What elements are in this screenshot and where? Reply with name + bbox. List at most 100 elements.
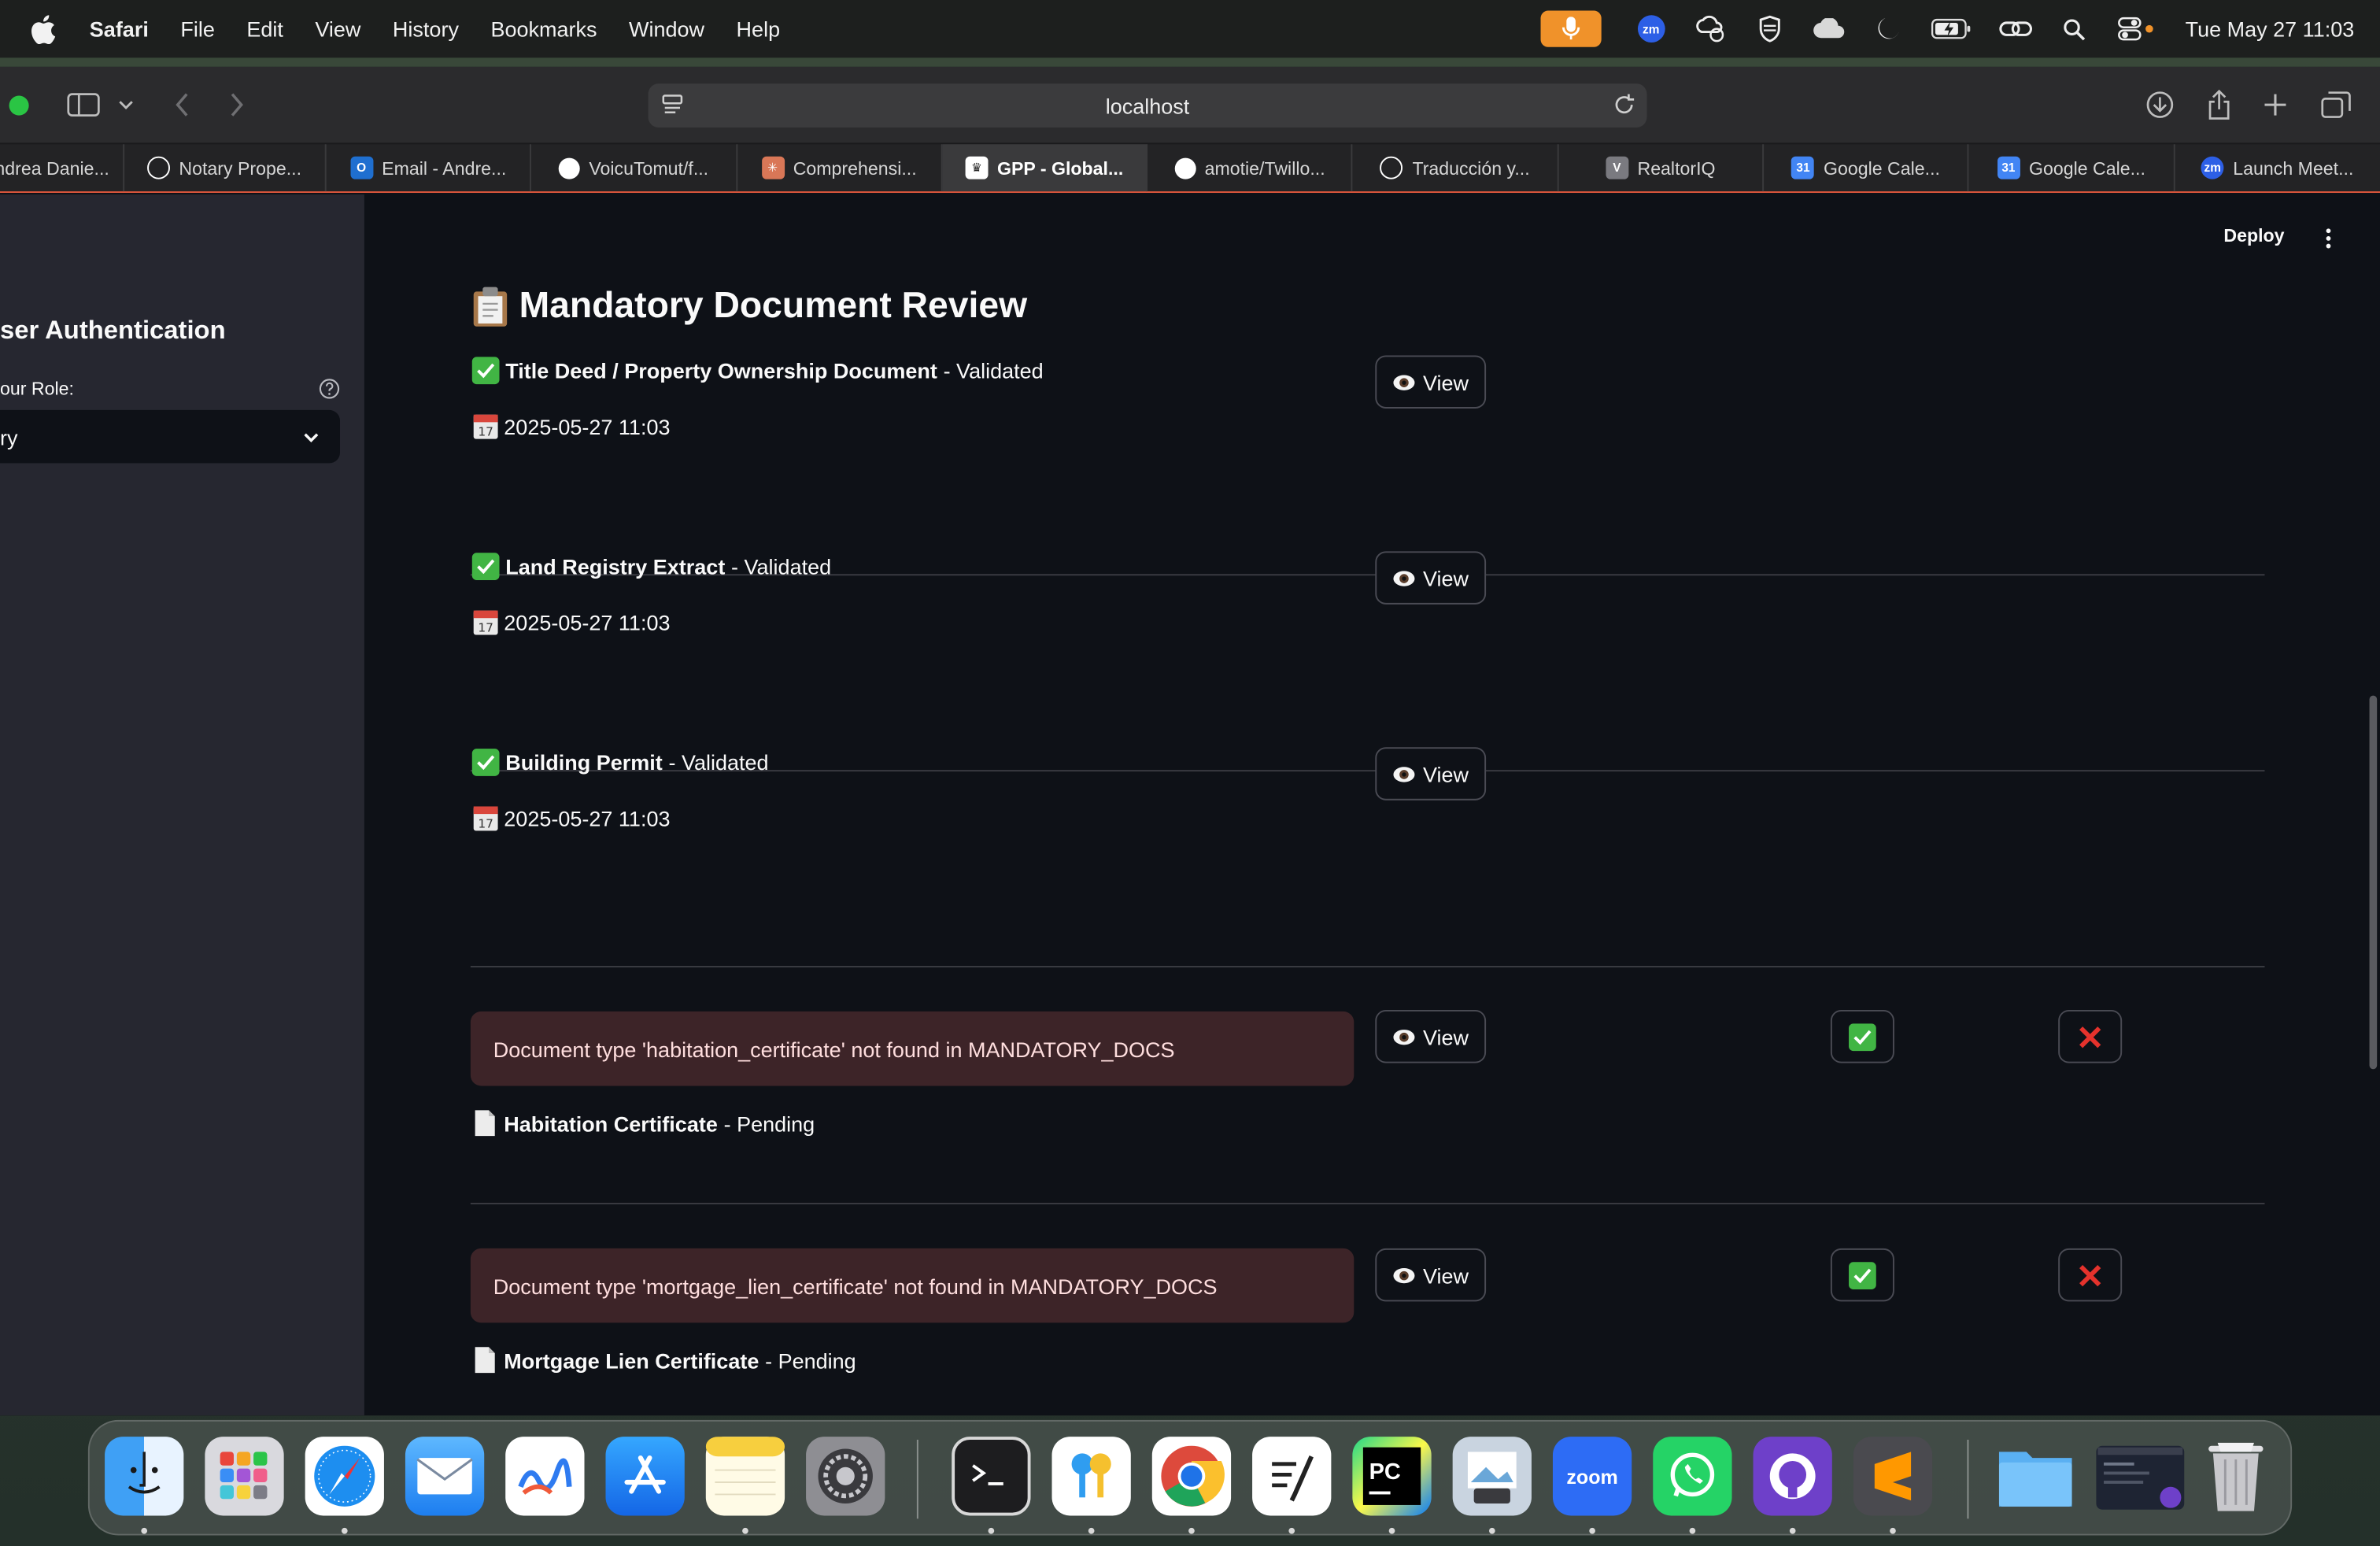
page-icon bbox=[475, 1347, 495, 1374]
trash-icon[interactable] bbox=[2197, 1437, 2275, 1515]
window-thumbnail-icon[interactable] bbox=[2096, 1445, 2185, 1510]
error-message: Document type 'mortgage_lien_certificate… bbox=[493, 1273, 1218, 1298]
url-text[interactable]: localhost bbox=[1106, 94, 1190, 118]
main-menu-icon[interactable] bbox=[2316, 226, 2341, 250]
deploy-button[interactable]: Deploy bbox=[2223, 225, 2284, 246]
openai-icon bbox=[1380, 156, 1403, 179]
system-settings-icon[interactable] bbox=[806, 1437, 885, 1516]
address-bar[interactable]: localhost bbox=[648, 83, 1647, 128]
menu-history[interactable]: History bbox=[393, 17, 459, 41]
tab-overview-icon[interactable] bbox=[2316, 87, 2356, 123]
app-store-icon[interactable] bbox=[605, 1437, 685, 1516]
help-icon[interactable] bbox=[319, 378, 340, 399]
approve-button[interactable] bbox=[1830, 1248, 1894, 1302]
clipboard-icon bbox=[473, 287, 508, 327]
tab-label: Traducción y... bbox=[1412, 157, 1530, 179]
error-alert: Document type 'mortgage_lien_certificate… bbox=[470, 1248, 1354, 1323]
share-icon[interactable] bbox=[2200, 87, 2239, 123]
menu-bookmarks[interactable]: Bookmarks bbox=[490, 17, 597, 41]
tab-8[interactable]: V RealtorIQ bbox=[1558, 144, 1765, 192]
sidebar-toggle-icon[interactable] bbox=[64, 87, 103, 123]
view-button[interactable]: View bbox=[1375, 1248, 1487, 1302]
pycharm-icon[interactable]: PC bbox=[1352, 1437, 1432, 1516]
spotlight-search-icon[interactable] bbox=[2058, 12, 2091, 45]
menu-file[interactable]: File bbox=[180, 17, 215, 41]
terminal-icon[interactable] bbox=[952, 1437, 1031, 1516]
tab-1[interactable]: Notary Prope... bbox=[124, 144, 327, 192]
page-scrollbar[interactable] bbox=[2369, 695, 2378, 1070]
reject-button[interactable] bbox=[2058, 1009, 2123, 1063]
window-zoom-button[interactable] bbox=[9, 95, 29, 116]
apple-icon[interactable] bbox=[31, 14, 57, 43]
menu-help[interactable]: Help bbox=[737, 17, 781, 41]
view-button-label: View bbox=[1422, 1263, 1469, 1288]
tab-group-chevron-icon[interactable] bbox=[109, 87, 142, 123]
safari-icon[interactable] bbox=[305, 1437, 384, 1516]
downloads-icon[interactable] bbox=[2140, 87, 2179, 123]
doc-status-line: Land Registry Extract - Validated bbox=[471, 553, 831, 580]
tab-3[interactable]: VoicuTomut/f... bbox=[531, 144, 737, 192]
google-calendar-icon: 31 bbox=[1791, 156, 1815, 179]
chrome-icon[interactable] bbox=[1151, 1437, 1232, 1516]
tab-6[interactable]: amotie/Twillo... bbox=[1148, 144, 1354, 192]
reload-icon[interactable] bbox=[1612, 93, 1636, 117]
view-button[interactable]: View bbox=[1375, 747, 1487, 801]
tab-9[interactable]: 31 Google Cale... bbox=[1764, 144, 1970, 192]
mail-icon[interactable] bbox=[405, 1437, 485, 1516]
weather-icon[interactable] bbox=[1694, 12, 1727, 45]
view-button[interactable]: View bbox=[1375, 355, 1487, 409]
battery-icon[interactable] bbox=[1931, 12, 1973, 45]
downloads-folder-icon[interactable] bbox=[1996, 1437, 2075, 1515]
approve-button[interactable] bbox=[1830, 1009, 1894, 1063]
role-select[interactable]: ry bbox=[0, 409, 341, 464]
reject-button[interactable] bbox=[2058, 1248, 2123, 1302]
eye-icon bbox=[1394, 1267, 1416, 1283]
menu-view[interactable]: View bbox=[315, 17, 360, 41]
view-button[interactable]: View bbox=[1375, 1009, 1487, 1063]
page-title: Mandatory Document Review bbox=[471, 286, 1027, 328]
zoom-icon[interactable]: zoom bbox=[1552, 1437, 1632, 1516]
menu-edit[interactable]: Edit bbox=[246, 17, 283, 41]
launchpad-icon[interactable] bbox=[205, 1437, 284, 1516]
claude-icon: ✳ bbox=[761, 156, 785, 179]
passwords-icon[interactable] bbox=[1051, 1437, 1131, 1516]
tab-0[interactable]: ndrea Danie... bbox=[0, 144, 124, 192]
vpn-shield-icon[interactable] bbox=[1753, 12, 1786, 45]
microphone-icon[interactable] bbox=[1539, 10, 1602, 47]
eye-icon bbox=[1394, 570, 1416, 586]
tab-10[interactable]: 31 Google Cale... bbox=[1969, 144, 2175, 192]
writer-icon[interactable] bbox=[1252, 1437, 1332, 1516]
menu-app-name[interactable]: Safari bbox=[90, 17, 149, 41]
github-desktop-icon[interactable] bbox=[1753, 1437, 1832, 1516]
forward-arrow-icon[interactable] bbox=[217, 87, 257, 123]
sublime-text-icon[interactable] bbox=[1853, 1437, 1933, 1516]
menu-bar-clock[interactable]: Tue May 27 11:03 bbox=[2186, 17, 2355, 41]
tab-5-active[interactable]: ♛ GPP - Global... bbox=[942, 144, 1148, 192]
freeform-icon[interactable] bbox=[505, 1437, 585, 1516]
doc-status-line: Title Deed / Property Ownership Document… bbox=[471, 357, 1044, 385]
running-indicator bbox=[742, 1527, 748, 1534]
page-settings-icon[interactable] bbox=[660, 93, 685, 117]
tab-2[interactable]: O Email - Andre... bbox=[326, 144, 532, 192]
icloud-icon[interactable] bbox=[1812, 12, 1845, 45]
zoom-status-icon[interactable]: zm bbox=[1635, 12, 1668, 45]
view-button[interactable]: View bbox=[1375, 551, 1487, 605]
page-icon bbox=[475, 1110, 495, 1137]
menu-window[interactable]: Window bbox=[629, 17, 704, 41]
cross-mark-icon bbox=[2079, 1264, 2101, 1286]
doc-status: - Validated bbox=[668, 750, 769, 775]
focus-moon-icon[interactable] bbox=[1871, 12, 1904, 45]
new-tab-icon[interactable] bbox=[2256, 87, 2295, 123]
preview-icon[interactable] bbox=[1452, 1437, 1532, 1516]
screen: Safari File Edit View History Bookmarks … bbox=[0, 0, 2380, 1546]
tab-11[interactable]: zm Launch Meet... bbox=[2175, 144, 2380, 191]
notes-icon[interactable] bbox=[705, 1437, 785, 1516]
whatsapp-icon[interactable] bbox=[1653, 1437, 1732, 1516]
finder-icon[interactable] bbox=[105, 1437, 184, 1516]
tab-label: Google Cale... bbox=[1824, 157, 1940, 179]
link-icon[interactable] bbox=[1998, 12, 2032, 45]
back-arrow-icon[interactable] bbox=[162, 87, 201, 123]
tab-7[interactable]: Traducción y... bbox=[1353, 144, 1559, 192]
tab-4[interactable]: ✳ Comprehensi... bbox=[737, 144, 943, 192]
control-center-icon[interactable] bbox=[2117, 12, 2156, 45]
